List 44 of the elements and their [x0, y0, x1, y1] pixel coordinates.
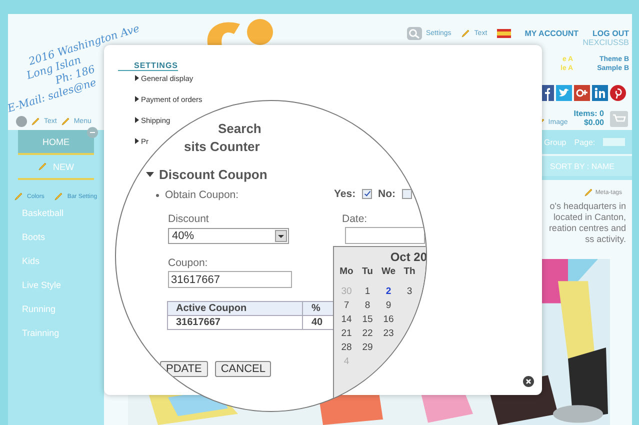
- calendar-day[interactable]: 2: [386, 286, 392, 297]
- cart-total: $0.00: [582, 118, 604, 127]
- column-header: Active Coupon: [168, 302, 303, 316]
- form-button[interactable]: CANCEL: [214, 361, 272, 377]
- weekday-label: Mo: [340, 266, 354, 277]
- cart-items: Items: 0: [574, 109, 604, 118]
- coupon-field[interactable]: 31617667: [168, 271, 292, 288]
- username: NEXCIUSSB: [582, 38, 630, 47]
- calendar-day[interactable]: 9: [386, 300, 392, 311]
- page-label: Page:: [574, 138, 596, 146]
- description-text: ss activity.: [584, 234, 626, 245]
- calendar-day[interactable]: 1: [364, 286, 370, 297]
- calendar-day[interactable]: 3: [406, 286, 412, 297]
- description-text: located in Canton,: [552, 212, 626, 223]
- coupon-label: Coupon:: [168, 257, 208, 269]
- calendar-day[interactable]: 16: [383, 314, 394, 325]
- weekday-label: We: [381, 266, 396, 277]
- calendar-day[interactable]: 23: [383, 328, 394, 339]
- calendar-day[interactable]: 21: [341, 328, 352, 339]
- discount-label: Discount: [168, 213, 209, 225]
- calendar-day[interactable]: 7: [344, 300, 350, 311]
- date-label: Date:: [342, 213, 368, 225]
- account-link[interactable]: LOG OUT: [592, 28, 629, 38]
- no-label: No:: [378, 188, 396, 200]
- calendar-day[interactable]: 22: [362, 328, 373, 339]
- discount-dropdown[interactable]: 40%: [168, 228, 289, 244]
- calendar-day[interactable]: 29: [362, 342, 373, 353]
- group-label: Group: [544, 138, 566, 146]
- calendar-day[interactable]: 28: [341, 342, 352, 353]
- section-heading[interactable]: Discount Coupon: [146, 167, 268, 182]
- section-heading[interactable]: sits Counter: [184, 139, 260, 154]
- section-heading[interactable]: Search: [218, 121, 262, 136]
- table-cell: 31617667: [168, 316, 303, 330]
- yes-label: Yes:: [334, 188, 356, 200]
- form-button[interactable]: PDATE: [160, 361, 208, 377]
- calendar-day[interactable]: 8: [364, 300, 370, 311]
- description-text: o's headquarters in: [548, 201, 626, 212]
- calendar-day[interactable]: 15: [362, 314, 373, 325]
- account-link[interactable]: MY ACCOUNT: [524, 28, 579, 38]
- description-text: reation centres and: [548, 223, 626, 234]
- weekday-label: Tu: [362, 266, 373, 277]
- obtain-coupon-label: Obtain Coupon:: [165, 189, 239, 201]
- settings-title: SETTINGS: [118, 61, 178, 71]
- weekday-label: Th: [404, 266, 416, 277]
